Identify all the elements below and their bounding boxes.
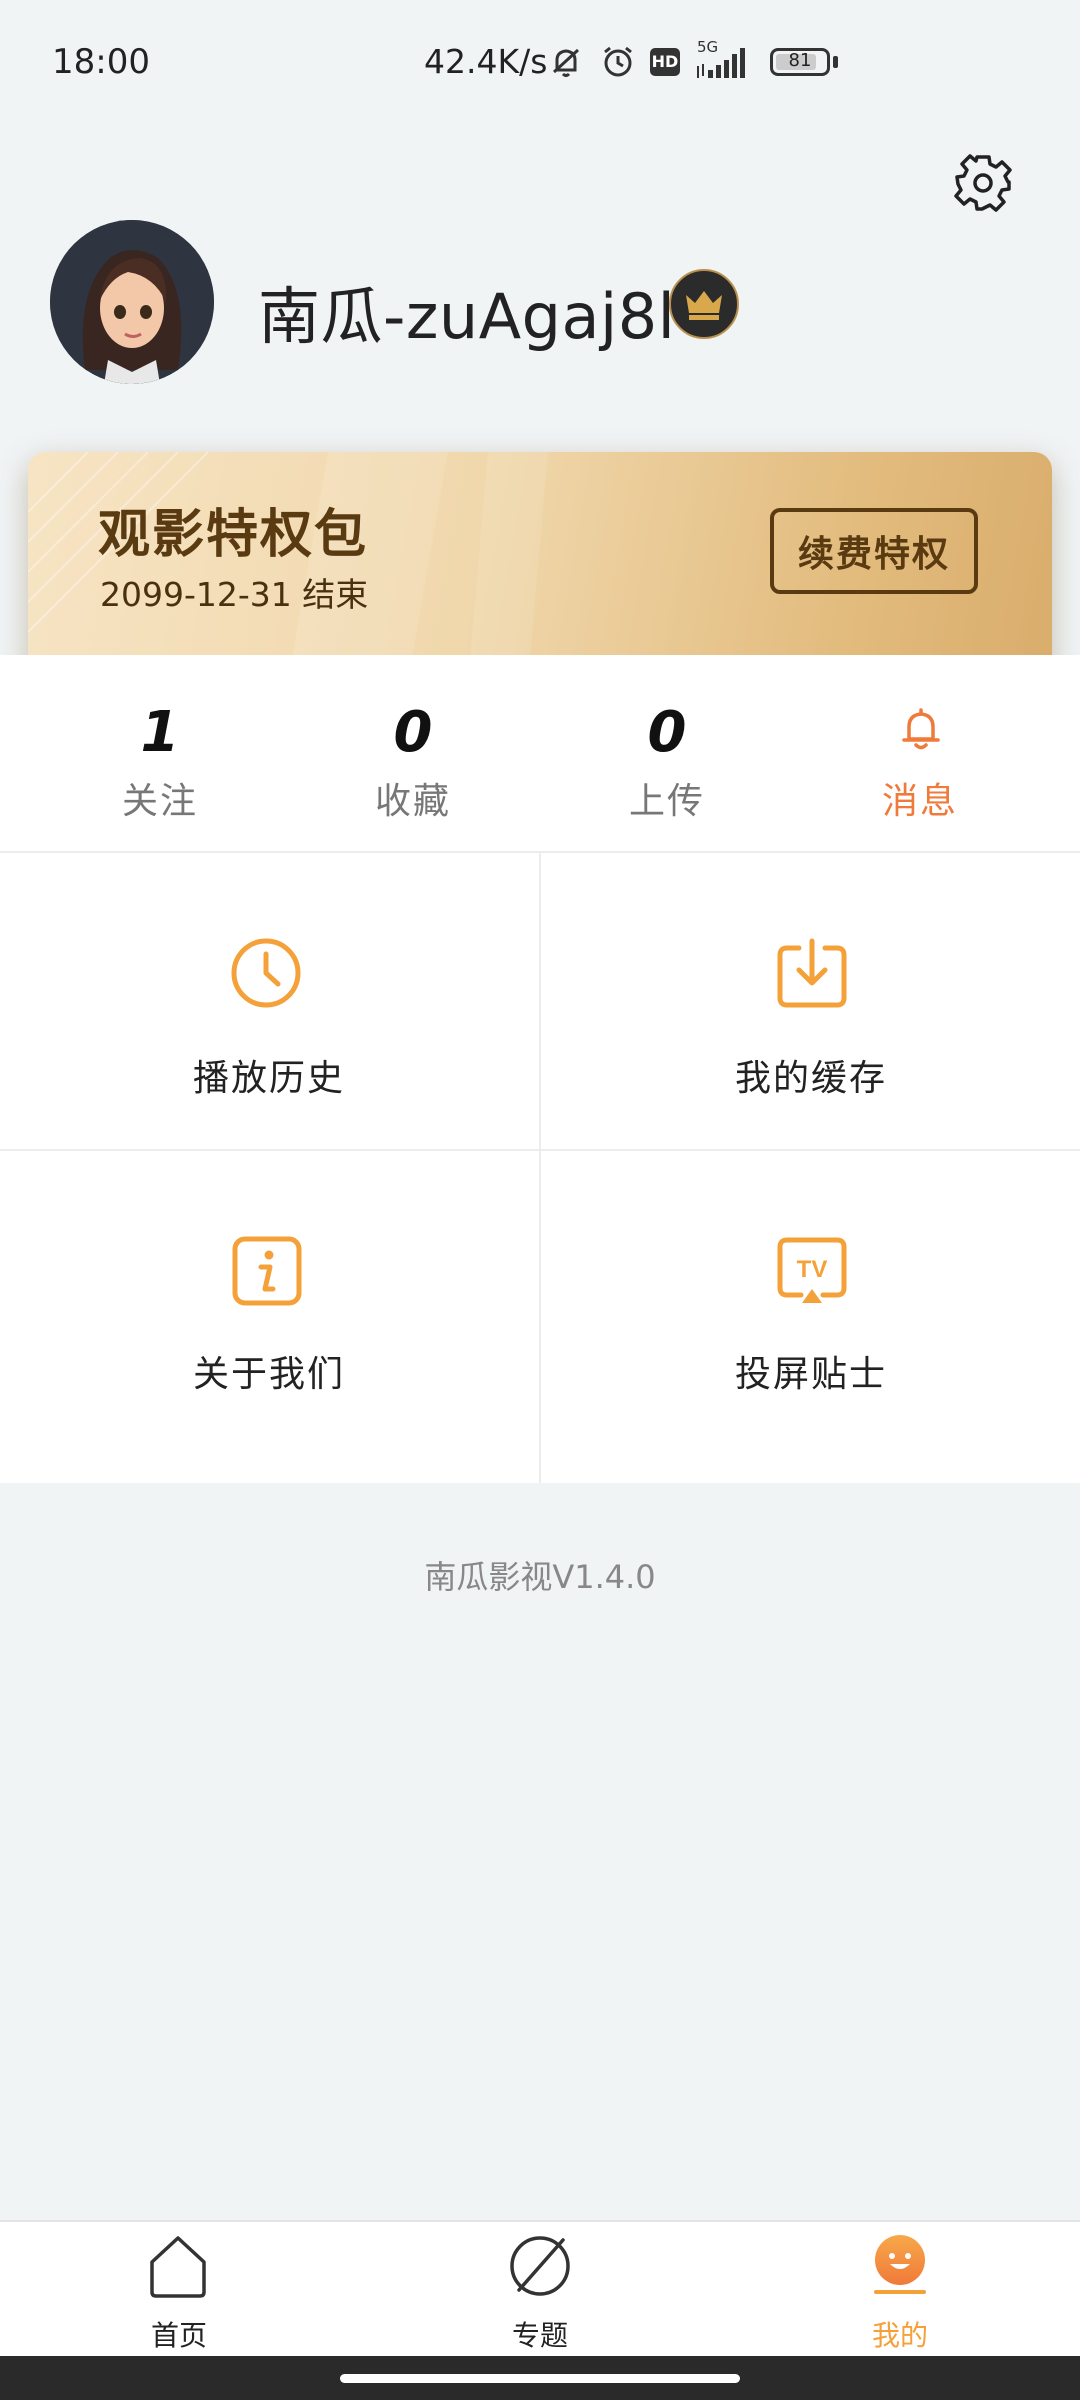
- status-bar: 18:00 42.4K/s HD 5G 81: [0, 0, 1080, 130]
- home-indicator[interactable]: [340, 2374, 740, 2383]
- grid-divider-vertical: [539, 853, 541, 1483]
- avatar-image: [50, 220, 214, 384]
- nav-home[interactable]: 首页: [79, 2222, 279, 2358]
- grid-divider-horizontal: [0, 1149, 1080, 1151]
- mute-icon: [552, 48, 580, 77]
- vip-expiry-date: 2099-12-31 结束: [100, 575, 369, 614]
- app-version: 南瓜影视V1.4.0: [424, 1558, 656, 1596]
- battery-tip: [833, 56, 838, 68]
- nav-mine[interactable]: 我的: [800, 2222, 1000, 2358]
- tv-icon: TV: [777, 1237, 847, 1303]
- stat-uploads[interactable]: 0 上传: [532, 655, 802, 851]
- stat-favorites-count: 0: [393, 700, 433, 765]
- nav-mine-label: 我的: [871, 2319, 928, 2352]
- cast-tips-label: 投屏贴士: [734, 1354, 887, 1395]
- stat-messages[interactable]: 消息: [785, 655, 1055, 851]
- vip-title: 观影特权包: [98, 505, 369, 565]
- battery-icon: 81: [770, 48, 830, 76]
- signal-icon: [697, 48, 745, 78]
- info-icon: [232, 1236, 302, 1306]
- about-us-label: 关于我们: [192, 1354, 345, 1395]
- smile-icon: [874, 2235, 926, 2294]
- cast-tips-button[interactable]: TV 投屏贴士: [542, 1151, 1080, 1447]
- my-cache-label: 我的缓存: [734, 1058, 887, 1099]
- stats-bar: 1 关注 0 收藏 0 上传 消息: [0, 655, 1080, 853]
- stat-uploads-label: 上传: [628, 781, 705, 822]
- stat-uploads-count: 0: [647, 700, 687, 765]
- stat-following-count: 1: [140, 700, 180, 765]
- svg-text:TV: TV: [797, 1256, 828, 1283]
- settings-gear-icon[interactable]: [950, 150, 1016, 216]
- vip-crown-icon: [669, 269, 739, 339]
- nav-home-label: 首页: [150, 2319, 207, 2352]
- clock-icon: [231, 938, 301, 1008]
- nav-topics[interactable]: 专题: [440, 2222, 640, 2358]
- play-history-button[interactable]: 播放历史: [0, 853, 538, 1149]
- avatar[interactable]: [50, 220, 214, 384]
- my-cache-button[interactable]: 我的缓存: [542, 853, 1080, 1149]
- nav-topics-label: 专题: [511, 2319, 568, 2352]
- stat-favorites[interactable]: 0 收藏: [278, 655, 548, 851]
- hd-icon: HD: [650, 48, 680, 76]
- bell-icon: [902, 708, 940, 750]
- download-icon: [777, 938, 847, 1008]
- stat-following[interactable]: 1 关注: [25, 655, 295, 851]
- renew-button[interactable]: 续费特权: [770, 508, 978, 594]
- username: 南瓜-zuAgaj8l: [258, 280, 676, 353]
- battery-level: 81: [788, 50, 812, 71]
- feature-grid: 播放历史 我的缓存 关于我们 TV 投屏贴士: [0, 853, 1080, 1483]
- vip-card[interactable]: 观影特权包 2099-12-31 结束 续费特权: [28, 452, 1052, 682]
- stat-messages-label: 消息: [881, 781, 958, 822]
- status-time: 18:00: [52, 42, 150, 82]
- about-us-button[interactable]: 关于我们: [0, 1151, 538, 1447]
- planet-icon: [510, 2236, 570, 2296]
- play-history-label: 播放历史: [192, 1058, 345, 1099]
- stat-following-label: 关注: [121, 781, 198, 822]
- stat-favorites-label: 收藏: [374, 781, 451, 822]
- home-icon: [150, 2236, 206, 2298]
- bottom-nav: 首页 专题 我的: [0, 2220, 1080, 2358]
- network-speed: 42.4K/s: [424, 42, 548, 81]
- alarm-icon: [604, 46, 632, 77]
